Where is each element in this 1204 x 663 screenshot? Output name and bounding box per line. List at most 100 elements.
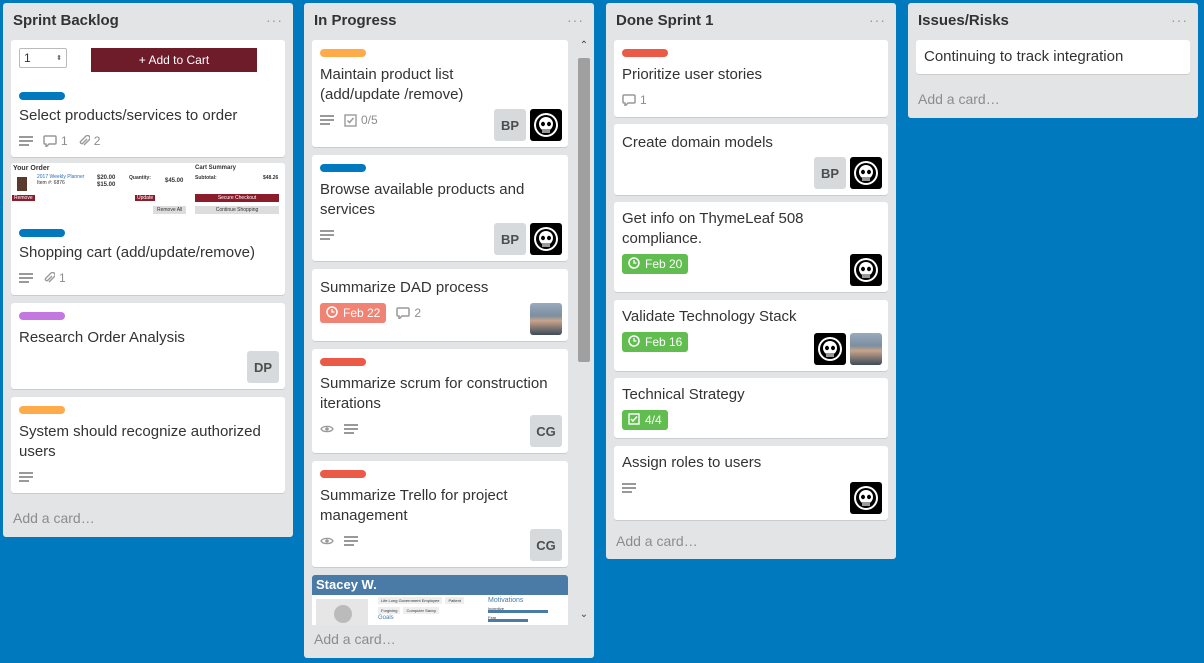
card-validate-stack[interactable]: Validate Technology Stack Feb 16	[614, 300, 888, 371]
list-title: Done Sprint 1	[616, 11, 714, 29]
card-track-integration[interactable]: Continuing to track integration	[916, 40, 1190, 74]
add-card-link[interactable]: Add a card…	[918, 91, 1000, 107]
list-title: Sprint Backlog	[13, 11, 119, 29]
persona-motivations: Motivations	[488, 597, 524, 604]
scroll-up-icon[interactable]: ⌃	[576, 40, 592, 56]
avatar[interactable]: CG	[530, 415, 562, 447]
comments-badge: 1	[622, 93, 647, 107]
list-menu-button[interactable]: ···	[266, 12, 283, 28]
card-select-products[interactable]: 1 ⬍ + Add to Cart Select products/service…	[11, 40, 285, 157]
due-date: Feb 22	[343, 306, 381, 320]
skull-avatar-icon[interactable]	[850, 157, 882, 189]
card-summarize-scrum[interactable]: Summarize scrum for construction iterati…	[312, 349, 568, 453]
card-members	[850, 482, 882, 514]
due-date-badge: Feb 16	[622, 332, 689, 352]
checkbox-icon	[628, 412, 640, 428]
avatar[interactable]: CG	[530, 529, 562, 561]
due-date-badge: Feb 20	[622, 254, 689, 274]
card-title: Continuing to track integration	[924, 48, 1124, 65]
card-members: BP	[494, 223, 562, 255]
card-prioritize-stories[interactable]: Prioritize user stories 1	[614, 40, 888, 117]
checklist-count: 0/5	[361, 113, 378, 127]
add-card-link[interactable]: Add a card…	[616, 533, 698, 549]
list-menu-button[interactable]: ···	[869, 12, 886, 28]
add-card-link[interactable]: Add a card…	[314, 631, 396, 647]
card-label-blue	[19, 229, 65, 237]
motivation-bar	[488, 610, 548, 613]
card-domain-models[interactable]: Create domain models BP	[614, 124, 888, 195]
card-assign-roles[interactable]: Assign roles to users	[614, 446, 888, 520]
list-scrollbar[interactable]: ⌃ ⌄	[576, 40, 592, 625]
avatar[interactable]: BP	[494, 109, 526, 141]
card-title: Summarize scrum for construction iterati…	[320, 375, 548, 412]
list-menu-button[interactable]: ···	[1171, 12, 1188, 28]
list-header: Sprint Backlog ···	[3, 3, 293, 37]
card-members	[814, 333, 882, 365]
avatar[interactable]: BP	[494, 223, 526, 255]
skull-avatar-icon[interactable]	[814, 333, 846, 365]
persona-tag: Life Long Government Employee	[378, 597, 443, 604]
add-to-cart-button[interactable]: + Add to Cart	[91, 48, 257, 72]
skull-avatar-icon[interactable]	[850, 482, 882, 514]
card-title: Summarize Trello for project management	[320, 487, 508, 524]
card-title: Get info on ThymeLeaf 508 compliance.	[622, 210, 804, 247]
comments-badge: 2	[396, 306, 421, 320]
card-system-recognize[interactable]: System should recognize authorized users	[11, 397, 285, 493]
persona-tags: Life Long Government Employee Patient Fo…	[378, 597, 488, 614]
card-summarize-dad[interactable]: Summarize DAD process Feb 22 2	[312, 269, 568, 341]
scroll-down-icon[interactable]: ⌄	[576, 609, 592, 625]
planner-image	[17, 177, 27, 191]
attachments-badge: 2	[78, 134, 100, 148]
card-thymeleaf[interactable]: Get info on ThymeLeaf 508 compliance. Fe…	[614, 202, 888, 292]
card-title: Prioritize user stories	[622, 66, 763, 83]
card-summarize-trello[interactable]: Summarize Trello for project management …	[312, 461, 568, 567]
comments-badge: 1	[43, 134, 68, 148]
avatar[interactable]: BP	[814, 157, 846, 189]
mini-update: Update	[135, 195, 156, 201]
comments-count: 1	[61, 134, 68, 148]
card-label-red	[320, 358, 366, 366]
card-label-blue	[320, 164, 366, 172]
checklist-badge: 4/4	[622, 410, 668, 430]
card-title: Validate Technology Stack	[622, 308, 797, 325]
description-icon	[19, 135, 33, 147]
description-icon	[320, 229, 334, 241]
scrollbar-thumb[interactable]	[578, 58, 590, 362]
clock-icon	[326, 305, 338, 321]
card-title: Select products/services to order	[19, 107, 238, 124]
card-maintain-product-list[interactable]: Maintain product list (add/update /remov…	[312, 40, 568, 147]
motivation-bar	[488, 619, 528, 622]
card-shopping-cart[interactable]: Your Order Cart Summary 2017 Weekly Plan…	[11, 163, 285, 295]
mini-subtotal-val: $48.26	[263, 175, 279, 181]
card-members: CG	[530, 529, 562, 561]
card-browse-products[interactable]: Browse available products and services B…	[312, 155, 568, 261]
user-photo-avatar[interactable]	[850, 333, 882, 365]
add-card-link[interactable]: Add a card…	[13, 510, 95, 526]
paperclip-icon	[78, 135, 90, 147]
card-title: Assign roles to users	[622, 454, 762, 471]
cart-thumbnail: Your Order Cart Summary 2017 Weekly Plan…	[11, 163, 285, 219]
card-title: Maintain product list (add/update /remov…	[320, 66, 464, 103]
card-members	[530, 303, 562, 335]
mini-continue: Continue Shopping	[195, 206, 279, 214]
checklist-count: 4/4	[645, 413, 662, 427]
card-title: Summarize DAD process	[320, 279, 489, 296]
list-in-progress: In Progress ··· Maintain product list (a…	[304, 3, 594, 658]
description-icon	[622, 482, 636, 494]
persona-tag: Patient	[445, 597, 464, 604]
list-header: Done Sprint 1 ···	[606, 3, 896, 37]
card-members: BP	[814, 157, 882, 189]
card-technical-strategy[interactable]: Technical Strategy 4/4	[614, 378, 888, 438]
avatar[interactable]: DP	[247, 351, 279, 383]
card-label-red	[622, 49, 668, 57]
mini-price2: $15.00	[97, 182, 116, 188]
skull-avatar-icon[interactable]	[850, 254, 882, 286]
skull-avatar-icon[interactable]	[530, 109, 562, 141]
mini-subtotal: Subtotal:	[195, 175, 217, 181]
user-photo-avatar[interactable]	[530, 303, 562, 335]
card-research-order[interactable]: Research Order Analysis DP	[11, 303, 285, 389]
skull-avatar-icon[interactable]	[530, 223, 562, 255]
card-persona[interactable]: Stacey W. Life Long Government Employee …	[312, 575, 568, 625]
quantity-stepper[interactable]: 1 ⬍	[19, 48, 67, 68]
mini-remove-all: Remove All	[153, 206, 187, 214]
